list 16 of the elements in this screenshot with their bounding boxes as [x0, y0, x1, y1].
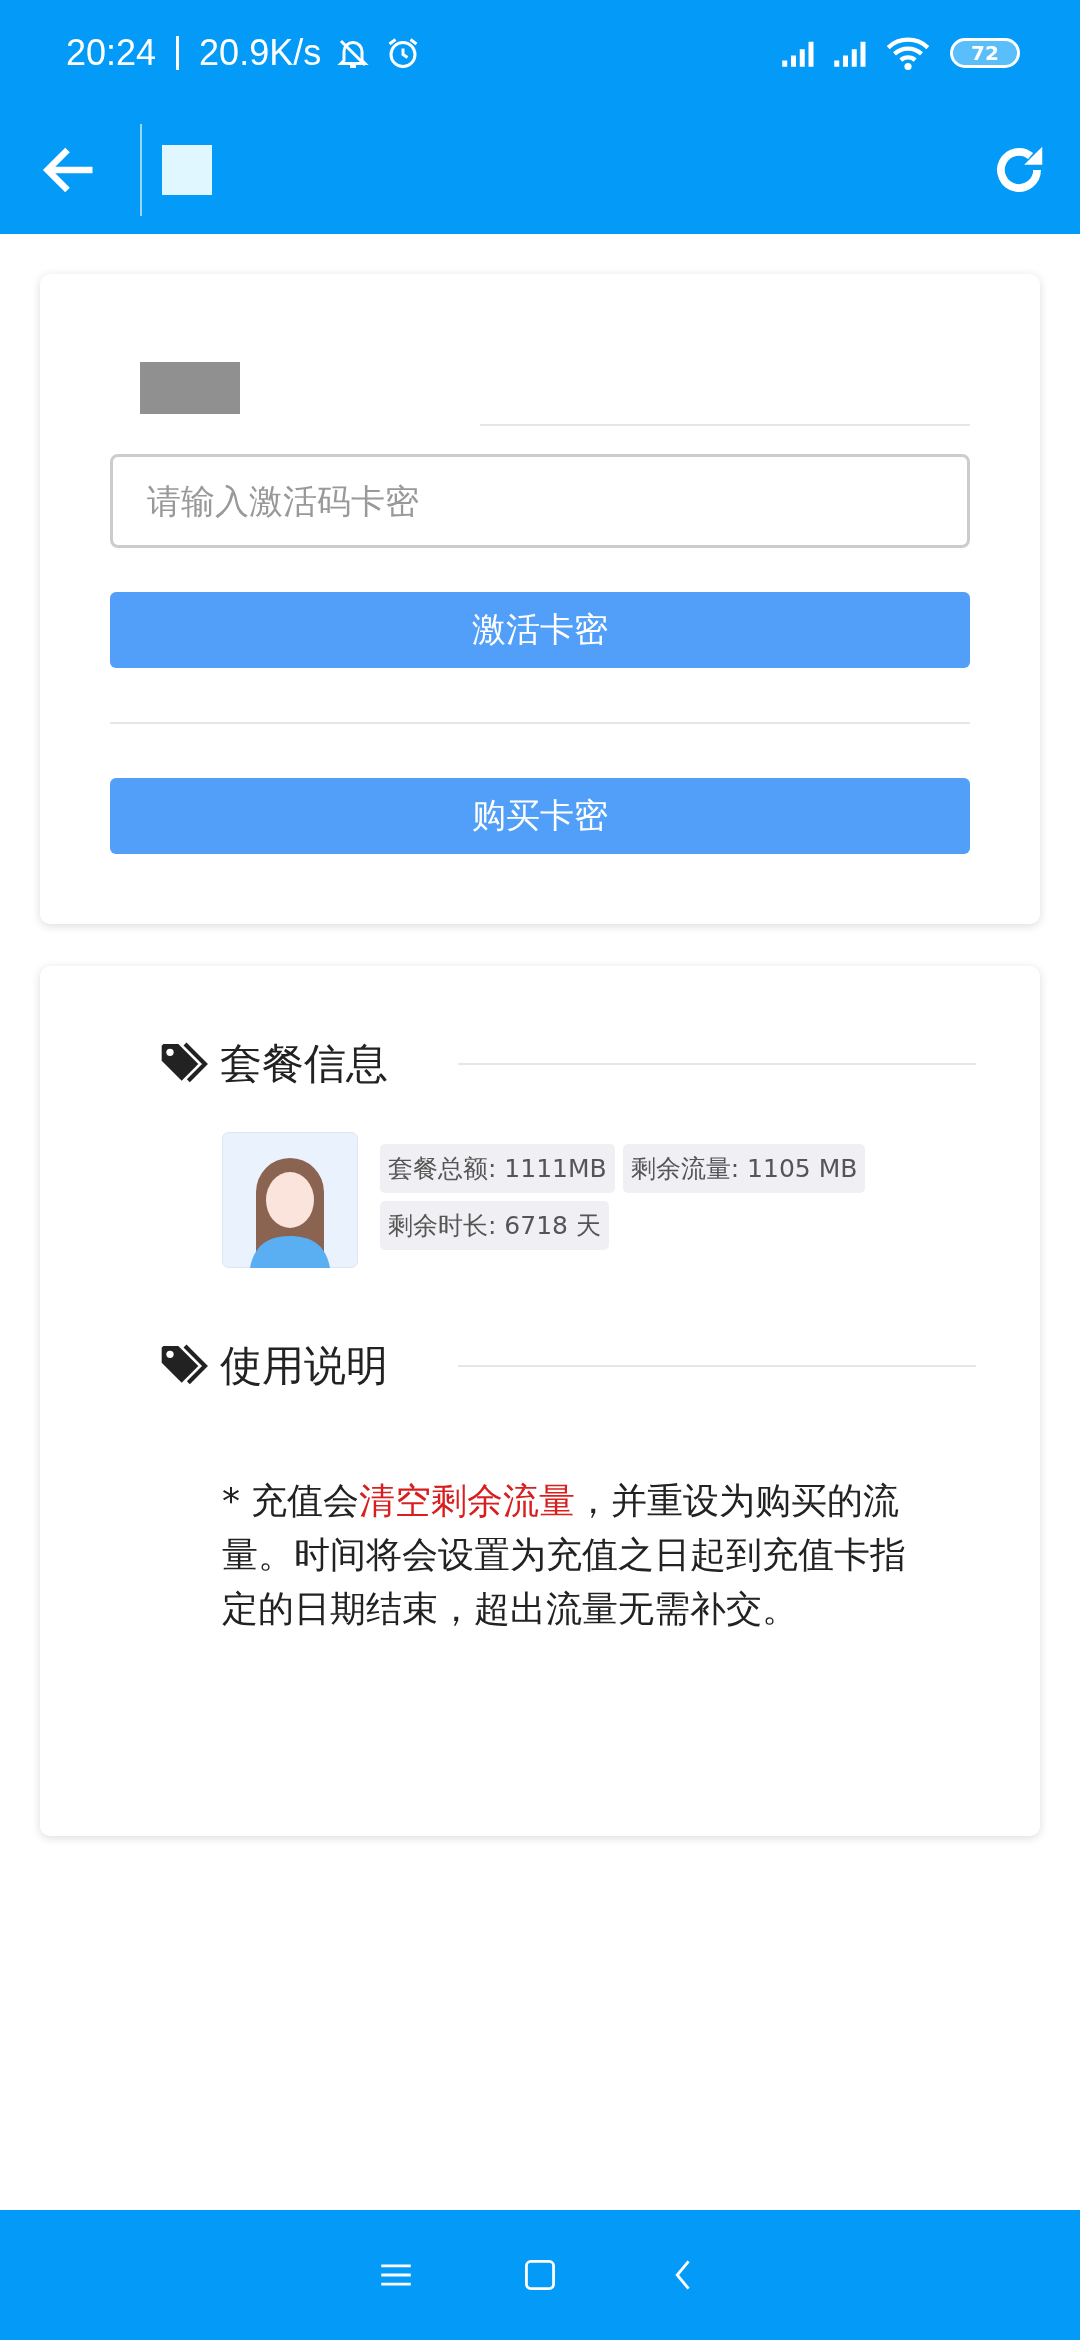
status-time: 20:24: [66, 31, 157, 74]
network-speed: 20.9K/s: [199, 31, 322, 74]
home-square-icon[interactable]: [523, 2258, 557, 2292]
card-code-field[interactable]: 请输入激活码卡密: [110, 454, 970, 548]
buy-button[interactable]: 购买卡密: [110, 778, 970, 854]
activate-button[interactable]: 激活卡密: [110, 592, 970, 668]
section-title: 使用说明: [220, 1340, 388, 1392]
usage-notice: * 充值会清空剩余流量，并重设为购买的流量。时间将会设置为充值之日起到充值卡指定的日期结束，超出流量无需补交。: [222, 1479, 906, 1631]
info-tag: 套餐总额: 1111MB: [380, 1144, 615, 1193]
section-title: 套餐信息: [220, 1038, 388, 1090]
avatar-icon: [222, 1132, 358, 1268]
app-logo-icon: [162, 144, 212, 195]
battery-indicator: 72: [950, 37, 1020, 68]
info-tag: 剩余时长: 6718 天: [380, 1201, 609, 1250]
status-separator: [176, 35, 180, 70]
info-tag: 剩余流量: 1105 MB: [622, 1144, 866, 1193]
